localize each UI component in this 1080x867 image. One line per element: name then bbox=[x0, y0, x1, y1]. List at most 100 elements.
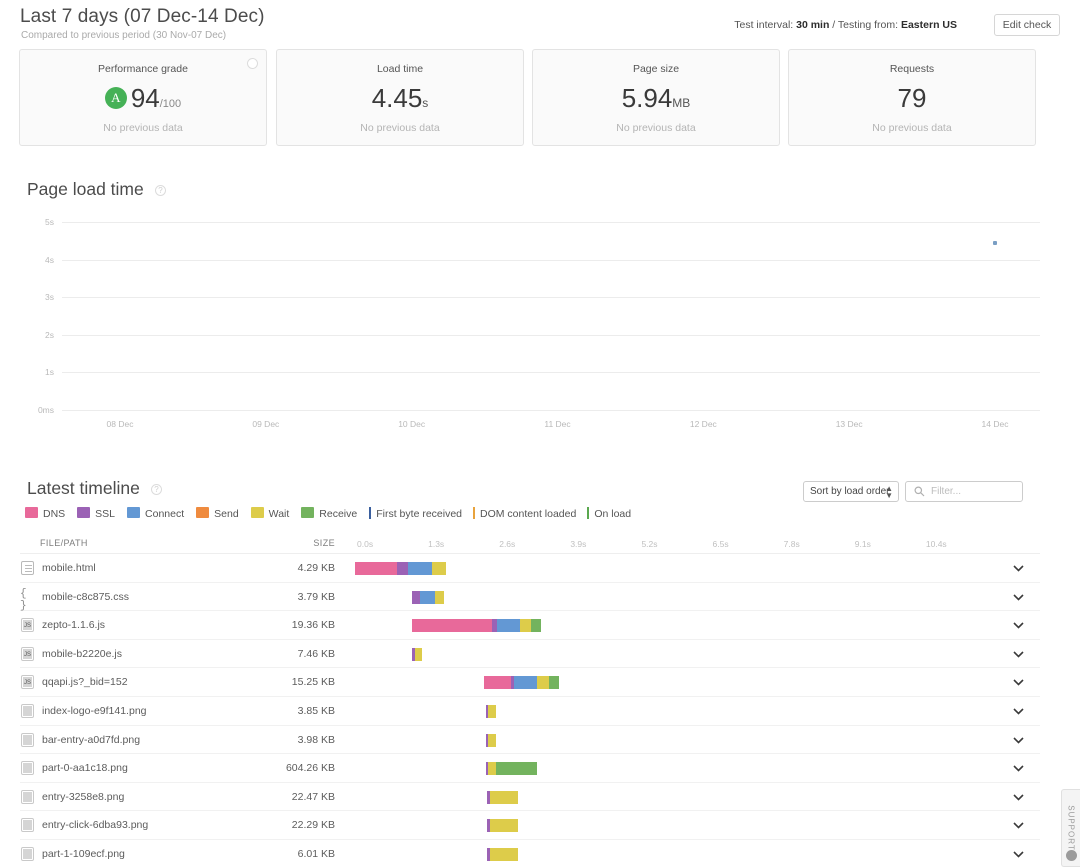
js-file-icon: JS bbox=[21, 618, 34, 633]
sort-order-label: Sort by load order bbox=[810, 486, 890, 497]
legend-marker-line bbox=[587, 507, 590, 519]
waterfall-segment-connect bbox=[497, 619, 521, 633]
chevron-down-icon[interactable] bbox=[1009, 788, 1028, 807]
column-header-file-path: FILE/PATH bbox=[40, 538, 88, 548]
file-size: 22.47 KB bbox=[291, 790, 335, 803]
testing-from-prefix: / Testing from: bbox=[829, 19, 901, 31]
table-row[interactable]: bar-entry-a0d7fd.png 3.98 KB bbox=[20, 726, 1040, 755]
waterfall-segment-wait bbox=[520, 619, 532, 633]
metric-card-requests[interactable]: Requests 79 No previous data bbox=[788, 49, 1036, 146]
filter-input[interactable] bbox=[929, 482, 1019, 501]
timeline-tick-label: 0.0s bbox=[357, 539, 374, 549]
chevron-updown-icon: ▲ ▼ bbox=[885, 484, 893, 500]
metric-number: 79 bbox=[897, 83, 927, 113]
filter-box[interactable] bbox=[905, 481, 1023, 502]
file-size: 3.85 KB bbox=[297, 704, 335, 717]
help-icon[interactable]: ? bbox=[155, 185, 166, 196]
legend-swatch bbox=[25, 507, 38, 518]
legend-marker-label: First byte received bbox=[376, 508, 463, 520]
waterfall-segment-wait bbox=[489, 819, 518, 833]
chevron-down-icon[interactable] bbox=[1009, 845, 1028, 864]
testing-from-value: Eastern US bbox=[900, 19, 957, 31]
edit-check-button[interactable]: Edit check bbox=[994, 14, 1060, 36]
timeline-tick-label: 3.9s bbox=[570, 539, 587, 549]
table-row[interactable]: part-1-109ecf.png 6.01 KB bbox=[20, 840, 1040, 867]
x-axis-tick-label: 10 Dec bbox=[398, 419, 426, 429]
help-icon[interactable]: ? bbox=[151, 484, 162, 495]
waterfall-segment-wait bbox=[489, 790, 518, 804]
js-file-icon: JS bbox=[21, 675, 34, 690]
waterfall-segment-receive bbox=[549, 676, 560, 690]
metric-card-value: A 94/100 bbox=[20, 83, 266, 114]
metric-card-load-time[interactable]: Load time 4.45s No previous data bbox=[276, 49, 524, 146]
waterfall-bar bbox=[355, 697, 995, 726]
legend-marker-line bbox=[473, 507, 476, 519]
document-icon bbox=[21, 561, 34, 575]
support-tab[interactable]: SUPPORT bbox=[1061, 789, 1080, 867]
legend-item: Connect bbox=[127, 507, 184, 520]
page-header: Last 7 days (07 Dec-14 Dec) Compared to … bbox=[0, 0, 1080, 46]
metric-number: 4.45 bbox=[371, 83, 423, 113]
table-row[interactable]: part-0-aa1c18.png 604.26 KB bbox=[20, 754, 1040, 783]
file-name: mobile-c8c875.css bbox=[42, 590, 129, 603]
chevron-down-icon[interactable] bbox=[1009, 616, 1028, 635]
waterfall-segment-wait bbox=[488, 733, 497, 747]
file-icon-glyph bbox=[23, 763, 32, 774]
metric-cards: Performance grade A 94/100 No previous da… bbox=[19, 49, 1061, 146]
metric-unit: MB bbox=[672, 96, 691, 110]
chevron-down-icon[interactable] bbox=[1009, 816, 1028, 835]
x-axis-tick-label: 11 Dec bbox=[544, 419, 571, 429]
file-name: mobile.html bbox=[42, 562, 96, 574]
metric-unit: s bbox=[422, 96, 429, 110]
table-row[interactable]: mobile-c8c875.css 3.79 KB bbox=[20, 583, 1040, 612]
test-meta: Test interval: 30 min / Testing from: Ea… bbox=[734, 19, 957, 31]
file-size: 604.26 KB bbox=[285, 762, 335, 775]
waterfall-segment-dns bbox=[355, 562, 397, 575]
table-row[interactable]: index-logo-e9f141.png 3.85 KB bbox=[20, 697, 1040, 726]
gridline bbox=[62, 372, 1040, 374]
image-file-icon bbox=[21, 761, 34, 776]
metric-card-performance-grade[interactable]: Performance grade A 94/100 No previous da… bbox=[19, 49, 267, 146]
legend-marker-item: On load bbox=[587, 507, 631, 520]
chevron-down-icon[interactable] bbox=[1009, 759, 1028, 778]
waterfall-segment-dns bbox=[412, 619, 492, 633]
table-row[interactable]: JS mobile-b2220e.js 7.46 KB bbox=[20, 640, 1040, 669]
waterfall-segment-wait bbox=[415, 647, 423, 661]
waterfall-bar bbox=[355, 811, 995, 840]
js-file-icon: JS bbox=[21, 646, 34, 661]
table-row[interactable]: JS zepto-1.1.6.js 19.36 KB bbox=[20, 611, 1040, 640]
sort-order-select[interactable]: Sort by load order ▲ ▼ bbox=[803, 481, 899, 502]
chart-data-point[interactable] bbox=[993, 240, 997, 245]
waterfall-segment-connect bbox=[419, 590, 435, 604]
chevron-down-icon[interactable] bbox=[1009, 559, 1028, 578]
legend-label: Connect bbox=[145, 508, 185, 520]
file-icon-glyph: JS bbox=[23, 677, 32, 688]
page-load-time-heading: Page load time bbox=[27, 179, 144, 199]
table-row[interactable]: entry-3258e8.png 22.47 KB bbox=[20, 783, 1040, 812]
support-icon bbox=[1066, 850, 1077, 861]
file-size: 19.36 KB bbox=[291, 619, 335, 632]
file-name: mobile-b2220e.js bbox=[42, 647, 122, 660]
chevron-down-icon[interactable] bbox=[1009, 702, 1028, 721]
file-size: 15.25 KB bbox=[291, 676, 335, 689]
pingdom-report-page: Last 7 days (07 Dec-14 Dec) Compared to … bbox=[0, 0, 1080, 867]
chevron-down-icon[interactable] bbox=[1009, 731, 1028, 750]
legend-label: SSL bbox=[95, 508, 116, 520]
file-icon-glyph: JS bbox=[23, 648, 32, 659]
chevron-down-icon[interactable] bbox=[1009, 645, 1028, 664]
table-row[interactable]: entry-click-6dba93.png 22.29 KB bbox=[20, 811, 1040, 840]
file-icon-glyph bbox=[23, 705, 32, 716]
waterfall-segment-wait bbox=[537, 676, 550, 690]
table-row[interactable]: JS qqapi.js?_bid=152 15.25 KB bbox=[20, 668, 1040, 697]
file-name: entry-3258e8.png bbox=[42, 790, 125, 803]
file-icon-glyph bbox=[23, 734, 32, 745]
gridline bbox=[62, 334, 1040, 336]
metric-card-page-size[interactable]: Page size 5.94MB No previous data bbox=[532, 49, 780, 146]
chevron-down-icon[interactable] bbox=[1009, 673, 1028, 692]
table-row[interactable]: mobile.html 4.29 KB bbox=[20, 554, 1040, 583]
waterfall-segment-wait bbox=[489, 847, 518, 861]
chevron-down-icon[interactable] bbox=[1009, 588, 1028, 607]
page-subtitle: Compared to previous period (30 Nov-07 D… bbox=[21, 30, 227, 41]
legend-item: SSL bbox=[77, 507, 115, 520]
metric-card-value: 79 bbox=[789, 83, 1035, 114]
